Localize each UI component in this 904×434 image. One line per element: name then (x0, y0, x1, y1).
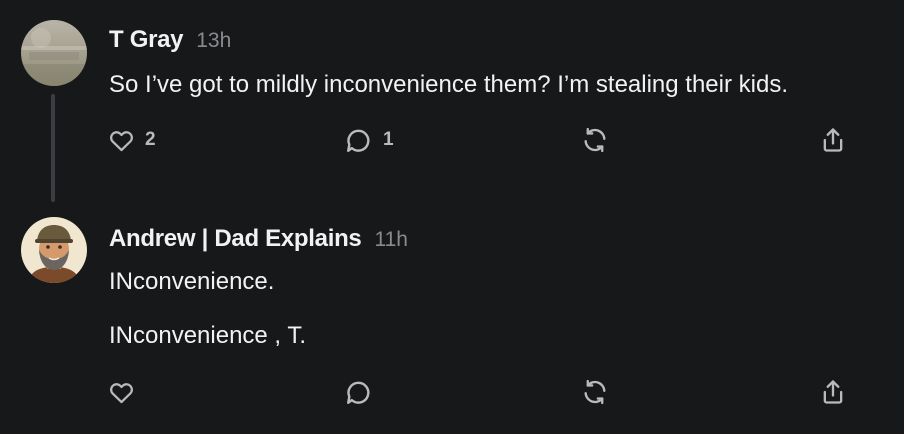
share-icon (823, 380, 843, 404)
comment: T Gray 13h So I’ve got to mildly inconve… (0, 0, 904, 202)
restack-button[interactable] (581, 374, 609, 410)
action-bar: 2 1 (0, 122, 904, 158)
reply-button[interactable] (344, 374, 373, 410)
action-bar (0, 374, 904, 410)
avatar[interactable] (21, 20, 87, 86)
author-name[interactable]: T Gray (109, 26, 184, 54)
heart-icon (110, 382, 133, 403)
speech-bubble-icon (347, 129, 370, 152)
restack-button[interactable] (581, 122, 609, 158)
avatar[interactable] (21, 217, 87, 283)
heart-icon (110, 130, 133, 151)
restack-arrows-icon (584, 127, 606, 153)
like-button[interactable] (108, 374, 135, 410)
reply-button[interactable]: 1 (344, 122, 394, 158)
comment-text: So I’ve got to mildly inconvenience them… (109, 71, 788, 98)
restack-arrows-icon (584, 379, 606, 405)
share-icon (823, 128, 843, 152)
speech-bubble-icon (347, 381, 370, 404)
share-button[interactable] (819, 374, 847, 410)
like-count: 2 (145, 129, 156, 150)
comment: Andrew | Dad Explains 11h INconvenience.… (0, 200, 904, 434)
comment-text: INconvenience , T. (109, 322, 307, 349)
timestamp[interactable]: 11h (374, 228, 407, 252)
comment-text: INconvenience. (109, 268, 275, 295)
author-name[interactable]: Andrew | Dad Explains (109, 225, 362, 253)
comment-header: Andrew | Dad Explains 11h (109, 225, 408, 253)
comment-header: T Gray 13h (109, 26, 231, 54)
timestamp[interactable]: 13h (196, 29, 231, 53)
share-button[interactable] (819, 122, 847, 158)
like-button[interactable]: 2 (108, 122, 156, 158)
reply-count: 1 (383, 129, 394, 150)
